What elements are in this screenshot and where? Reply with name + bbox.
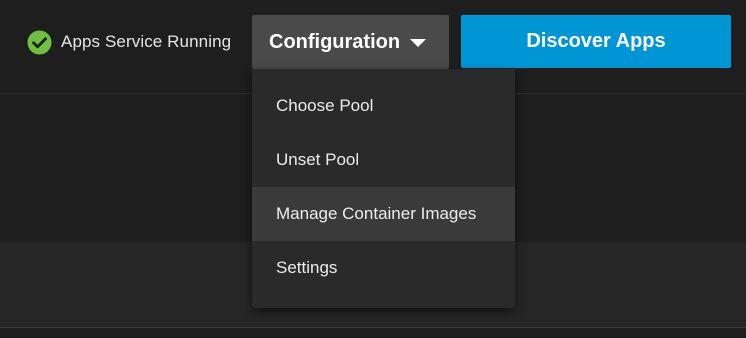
configuration-button[interactable]: Configuration <box>252 15 449 69</box>
service-status: Apps Service Running <box>27 29 231 55</box>
menu-item-choose-pool[interactable]: Choose Pool <box>252 79 515 133</box>
apps-page: Apps Service Running Configuration Disco… <box>0 0 746 338</box>
configuration-menu: Choose Pool Unset Pool Manage Container … <box>252 69 515 308</box>
check-circle-icon <box>27 30 52 55</box>
configuration-button-label: Configuration <box>269 30 401 53</box>
content-row-divider <box>0 327 746 328</box>
discover-apps-button-label: Discover Apps <box>526 30 666 52</box>
menu-item-unset-pool[interactable]: Unset Pool <box>252 133 515 187</box>
service-status-label: Apps Service Running <box>61 32 232 51</box>
discover-apps-button[interactable]: Discover Apps <box>461 15 731 68</box>
menu-item-settings[interactable]: Settings <box>252 241 515 295</box>
caret-down-icon <box>410 39 426 47</box>
menu-item-manage-container-images[interactable]: Manage Container Images <box>252 187 515 241</box>
